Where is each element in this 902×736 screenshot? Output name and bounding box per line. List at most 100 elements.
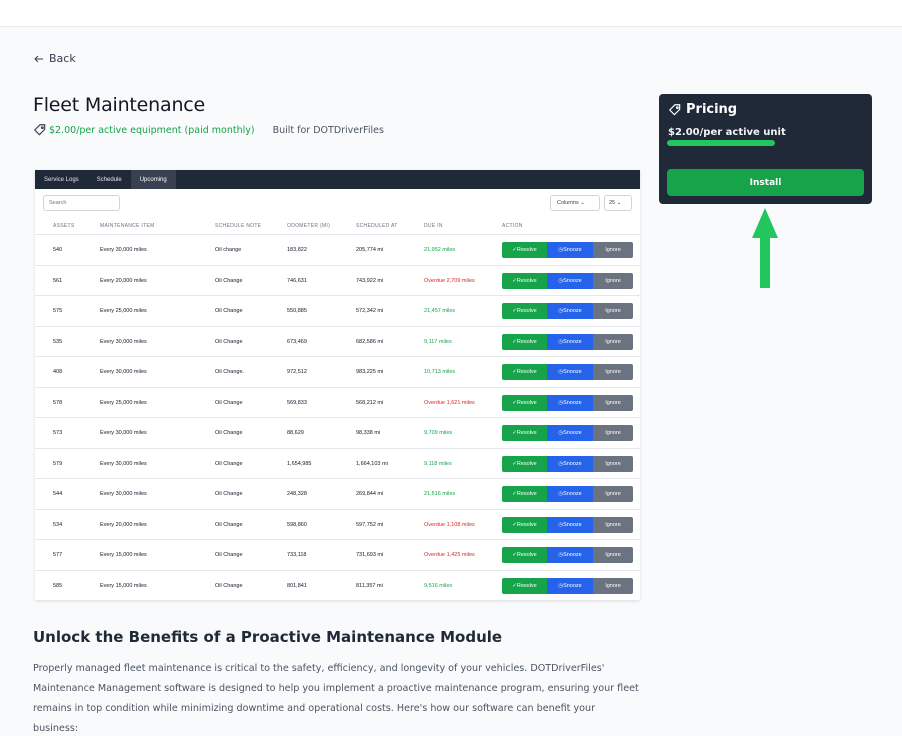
row-schedule-note: Oil change	[215, 247, 242, 253]
row-asset: 579	[53, 460, 63, 467]
resolve-button-label: Resolve	[516, 308, 537, 314]
row-asset: 561	[53, 277, 63, 284]
table-row: 535 Every 30,000 miles Oil Change 673,469 68…	[35, 325, 640, 357]
columns-select: Columns ⌄	[550, 195, 600, 211]
row-asset: 544	[53, 491, 63, 497]
price-summary: $2.00/per active equipment (paid monthly…	[33, 123, 255, 137]
ignore-button-label: Ignore	[605, 521, 621, 528]
resolve-button-label: Resolve	[516, 582, 537, 589]
ignore-button-label: Ignore	[605, 308, 621, 314]
ignore-button-label: Ignore	[605, 552, 621, 558]
tab-service-logs: Service Logs	[44, 176, 79, 183]
row-asset: 585	[53, 582, 63, 589]
arrow-left-icon	[34, 55, 43, 62]
snooze-button: ◷ Snooze	[547, 333, 593, 350]
search-input: Search	[43, 195, 120, 211]
row-maintenance-item: Every 15,000 miles	[100, 582, 147, 589]
row-due-in: 9,117 miles	[424, 338, 452, 345]
app-subline: $2.00/per active equipment (paid monthly…	[33, 123, 384, 137]
ignore-button-label: Ignore	[605, 277, 621, 284]
screenshot-toolbar: Search Columns ⌄ 25 ⌄	[35, 189, 640, 217]
pricing-title: Pricing	[686, 102, 738, 117]
snooze-button-label: Snooze	[563, 430, 582, 436]
snooze-button-label: Snooze	[563, 247, 582, 253]
table-row: 561 Every 20,000 miles Oil Change 746,631 74…	[35, 264, 640, 296]
header-action: ACTION	[502, 223, 523, 229]
row-schedule-note: Oil Change	[215, 521, 243, 528]
pricing-price: $2.00/per active unit	[668, 127, 786, 138]
table-row: 585 Every 15,000 miles Oil Change 801,841 81…	[35, 569, 640, 601]
snooze-button-label: Snooze	[563, 399, 582, 406]
row-due-in: 10,713 miles	[424, 369, 456, 375]
row-actions: ✓ Resolve ◷ Snooze Ignore	[502, 333, 633, 350]
row-odometer: 801,841	[287, 582, 307, 589]
built-for-text: Built for DOTDriverFiles	[272, 124, 384, 136]
ignore-button-label: Ignore	[605, 430, 621, 436]
screenshot-tabs: Service Logs Schedule Upcoming	[35, 170, 640, 189]
columns-label: Columns	[557, 200, 579, 206]
table-body: 540 Every 30,000 miles Oil change 183,822 20…	[35, 234, 640, 600]
row-due-in: 9,709 miles	[424, 430, 453, 436]
row-scheduled-at: 269,844 mi	[356, 491, 384, 497]
row-odometer: 733,118	[287, 552, 307, 558]
table-row: 540 Every 30,000 miles Oil change 183,822 20…	[35, 234, 640, 265]
resolve-button: ✓ Resolve	[502, 425, 547, 441]
row-asset: 578	[53, 399, 63, 406]
ignore-button: Ignore	[593, 364, 633, 380]
table-row: 534 Every 20,000 miles Oil Change 598,860 59…	[35, 508, 640, 540]
row-odometer: 183,822	[287, 247, 307, 253]
snooze-button-label: Snooze	[563, 582, 582, 589]
header-schedule-note: SCHEDULE NOTE	[215, 223, 262, 229]
row-asset: 573	[53, 430, 63, 436]
header-due-in: DUE IN	[424, 223, 443, 229]
row-maintenance-item: Every 30,000 miles	[100, 491, 147, 497]
snooze-button-label: Snooze	[563, 308, 582, 314]
row-scheduled-at: 205,774 mi	[356, 247, 384, 253]
row-odometer: 1,654,985	[287, 460, 312, 467]
price-summary-text: $2.00/per active equipment (paid monthly…	[49, 124, 255, 136]
row-maintenance-item: Every 30,000 miles	[100, 369, 147, 375]
resolve-button-label: Resolve	[516, 277, 537, 284]
ignore-button: Ignore	[593, 547, 633, 563]
row-odometer: 550,885	[287, 308, 307, 314]
table-row: 408 Every 30,000 miles Oil Change. 972,512 9…	[35, 356, 640, 387]
row-due-in: Overdue 1,621 miles	[424, 399, 475, 406]
snooze-button-label: Snooze	[563, 521, 582, 528]
snooze-button: ◷ Snooze	[547, 455, 593, 472]
row-actions: ✓ Resolve ◷ Snooze Ignore	[502, 577, 633, 594]
pricing-heading: Pricing	[668, 102, 737, 117]
row-maintenance-item: Every 25,000 miles	[100, 308, 147, 314]
row-actions: ✓ Resolve ◷ Snooze Ignore	[502, 242, 633, 258]
ignore-button-label: Ignore	[605, 369, 621, 375]
header-scheduled-at: SCHEDULED AT	[356, 223, 398, 229]
row-asset: 534	[53, 521, 63, 528]
row-due-in: 9,516 miles	[424, 582, 453, 589]
snooze-button: ◷ Snooze	[547, 486, 593, 502]
row-scheduled-at: 1,664,103 mi	[356, 460, 388, 467]
row-actions: ✓ Resolve ◷ Snooze Ignore	[502, 516, 633, 533]
install-button[interactable]: Install	[667, 169, 864, 196]
row-schedule-note: Oil Change.	[215, 369, 245, 375]
pricing-card: Pricing $2.00/per active unit Install	[659, 94, 872, 204]
row-actions: ✓ Resolve ◷ Snooze Ignore	[502, 486, 633, 502]
row-schedule-note: Oil Change	[215, 308, 243, 314]
row-asset: 577	[53, 552, 63, 558]
back-link[interactable]: Back	[33, 52, 76, 65]
ignore-button: Ignore	[593, 577, 633, 594]
row-maintenance-item: Every 30,000 miles	[100, 460, 147, 467]
snooze-button: ◷ Snooze	[547, 547, 593, 563]
app-screenshot: Service Logs Schedule Upcoming Search Co…	[35, 170, 640, 600]
table-row: 579 Every 30,000 miles Oil Change 1,654,985…	[35, 447, 640, 479]
row-maintenance-item: Every 20,000 miles	[100, 277, 147, 284]
ignore-button: Ignore	[593, 486, 633, 502]
row-due-in: Overdue 1,425 miles	[424, 552, 475, 558]
snooze-button-label: Snooze	[563, 460, 582, 467]
up-arrow-annotation	[752, 208, 778, 288]
row-schedule-note: Oil Change	[215, 399, 243, 406]
row-maintenance-item: Every 30,000 miles	[100, 430, 147, 436]
ignore-button: Ignore	[593, 455, 633, 472]
row-asset: 575	[53, 308, 63, 314]
ignore-button: Ignore	[593, 425, 633, 441]
row-actions: ✓ Resolve ◷ Snooze Ignore	[502, 425, 633, 441]
row-due-in: 21,952 miles	[424, 247, 456, 253]
